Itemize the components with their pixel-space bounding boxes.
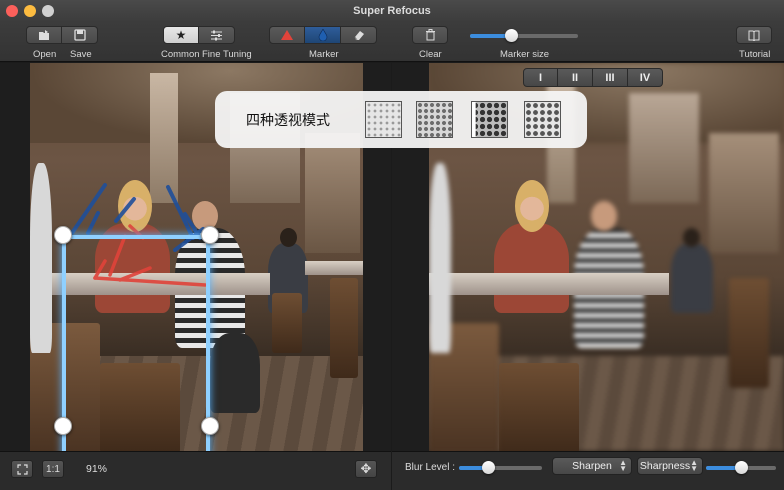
zoom-window-button[interactable] [42, 5, 54, 17]
star-icon: ★ [175, 28, 187, 42]
minimize-window-button[interactable] [24, 5, 36, 17]
fine-tuning-mode-button[interactable] [199, 26, 235, 44]
open-icon [39, 30, 49, 40]
window-controls [6, 5, 54, 17]
tutorial-group [736, 26, 772, 44]
close-window-button[interactable] [6, 5, 18, 17]
clear-button[interactable] [412, 26, 448, 44]
clear-label: Clear [419, 49, 442, 60]
right-footer: Blur Level : Sharpen ▲ ▼ Sharpness ▲ ▼ [392, 451, 784, 490]
eraser-button[interactable] [341, 26, 377, 44]
actual-size-button[interactable]: 1:1 [42, 460, 64, 478]
selection-handle-top-left[interactable] [54, 226, 72, 244]
fine-tuning-label: Fine Tuning [202, 49, 252, 60]
book-icon [748, 30, 760, 41]
marker-size-slider[interactable] [470, 29, 578, 42]
sharpen-select[interactable]: Sharpen ▲ ▼ [552, 457, 632, 475]
open-button[interactable] [26, 26, 62, 44]
sharpness-select-value: Sharpness [639, 460, 691, 472]
sliders-icon [211, 30, 222, 40]
save-label: Save [70, 49, 92, 60]
trash-icon [425, 29, 435, 41]
clear-group [412, 26, 448, 44]
marker-label: Marker [309, 49, 339, 60]
perspective-mode-selector: I II III IV [523, 68, 663, 87]
common-mode-button[interactable]: ★ [163, 26, 199, 44]
perspective-pattern-3[interactable] [471, 101, 508, 138]
perspective-pattern-4[interactable] [524, 101, 561, 138]
red-marker-button[interactable] [269, 26, 305, 44]
tutorial-button[interactable] [736, 26, 772, 44]
move-button[interactable]: ✥ [355, 460, 377, 478]
select-arrows-icon: ▲ ▼ [619, 458, 627, 473]
marker-size-knob[interactable] [504, 29, 518, 42]
blur-level-slider[interactable] [459, 461, 542, 474]
blue-marker-button[interactable] [305, 26, 341, 44]
marker-tool-group [269, 26, 377, 44]
title-bar: Super Refocus [0, 0, 784, 22]
fit-to-window-button[interactable] [11, 460, 33, 478]
save-button[interactable] [62, 26, 98, 44]
mode-button-group: ★ [163, 26, 235, 44]
perspective-pattern-2[interactable] [416, 101, 453, 138]
select-arrows-icon: ▲ ▼ [690, 458, 698, 473]
window-title: Super Refocus [353, 5, 431, 17]
left-footer: 1:1 91% ✥ [0, 451, 391, 490]
sharpness-select[interactable]: Sharpness ▲ ▼ [637, 457, 703, 475]
blur-level-knob[interactable] [481, 461, 495, 474]
selection-handle-top-right[interactable] [201, 226, 219, 244]
open-label: Open [33, 49, 57, 60]
perspective-mode-button-1[interactable]: I [523, 68, 558, 87]
tutorial-label: Tutorial [739, 49, 771, 60]
marker-size-label: Marker size [500, 49, 550, 60]
popover-caption: 四种透视模式 [246, 113, 330, 129]
perspective-mode-button-2[interactable]: II [558, 68, 593, 87]
toolbar: Open Save ★ Common Fine Tuning Marker Cl… [0, 22, 784, 62]
perspective-mode-button-3[interactable]: III [593, 68, 628, 87]
focus-selection-rectangle[interactable] [62, 235, 210, 451]
blur-level-label: Blur Level : [405, 462, 456, 473]
eraser-icon [354, 31, 364, 41]
sharpness-knob[interactable] [734, 461, 748, 474]
perspective-pattern-1[interactable] [365, 101, 402, 138]
fullscreen-icon [16, 463, 28, 475]
perspective-modes-popover: 四种透视模式 [215, 91, 587, 148]
selection-handle-bottom-left[interactable] [54, 417, 72, 435]
common-label: Common [161, 49, 200, 60]
perspective-mode-button-4[interactable]: IV [628, 68, 663, 87]
sharpen-select-value: Sharpen [572, 460, 612, 472]
selection-handle-bottom-right[interactable] [201, 417, 219, 435]
zoom-level: 91% [86, 463, 108, 475]
red-triangle-icon [281, 30, 293, 40]
file-button-group [26, 26, 98, 44]
sharpness-slider[interactable] [706, 461, 776, 474]
save-icon [73, 29, 86, 41]
blue-drop-icon [318, 29, 327, 41]
move-icon: ✥ [360, 461, 372, 476]
